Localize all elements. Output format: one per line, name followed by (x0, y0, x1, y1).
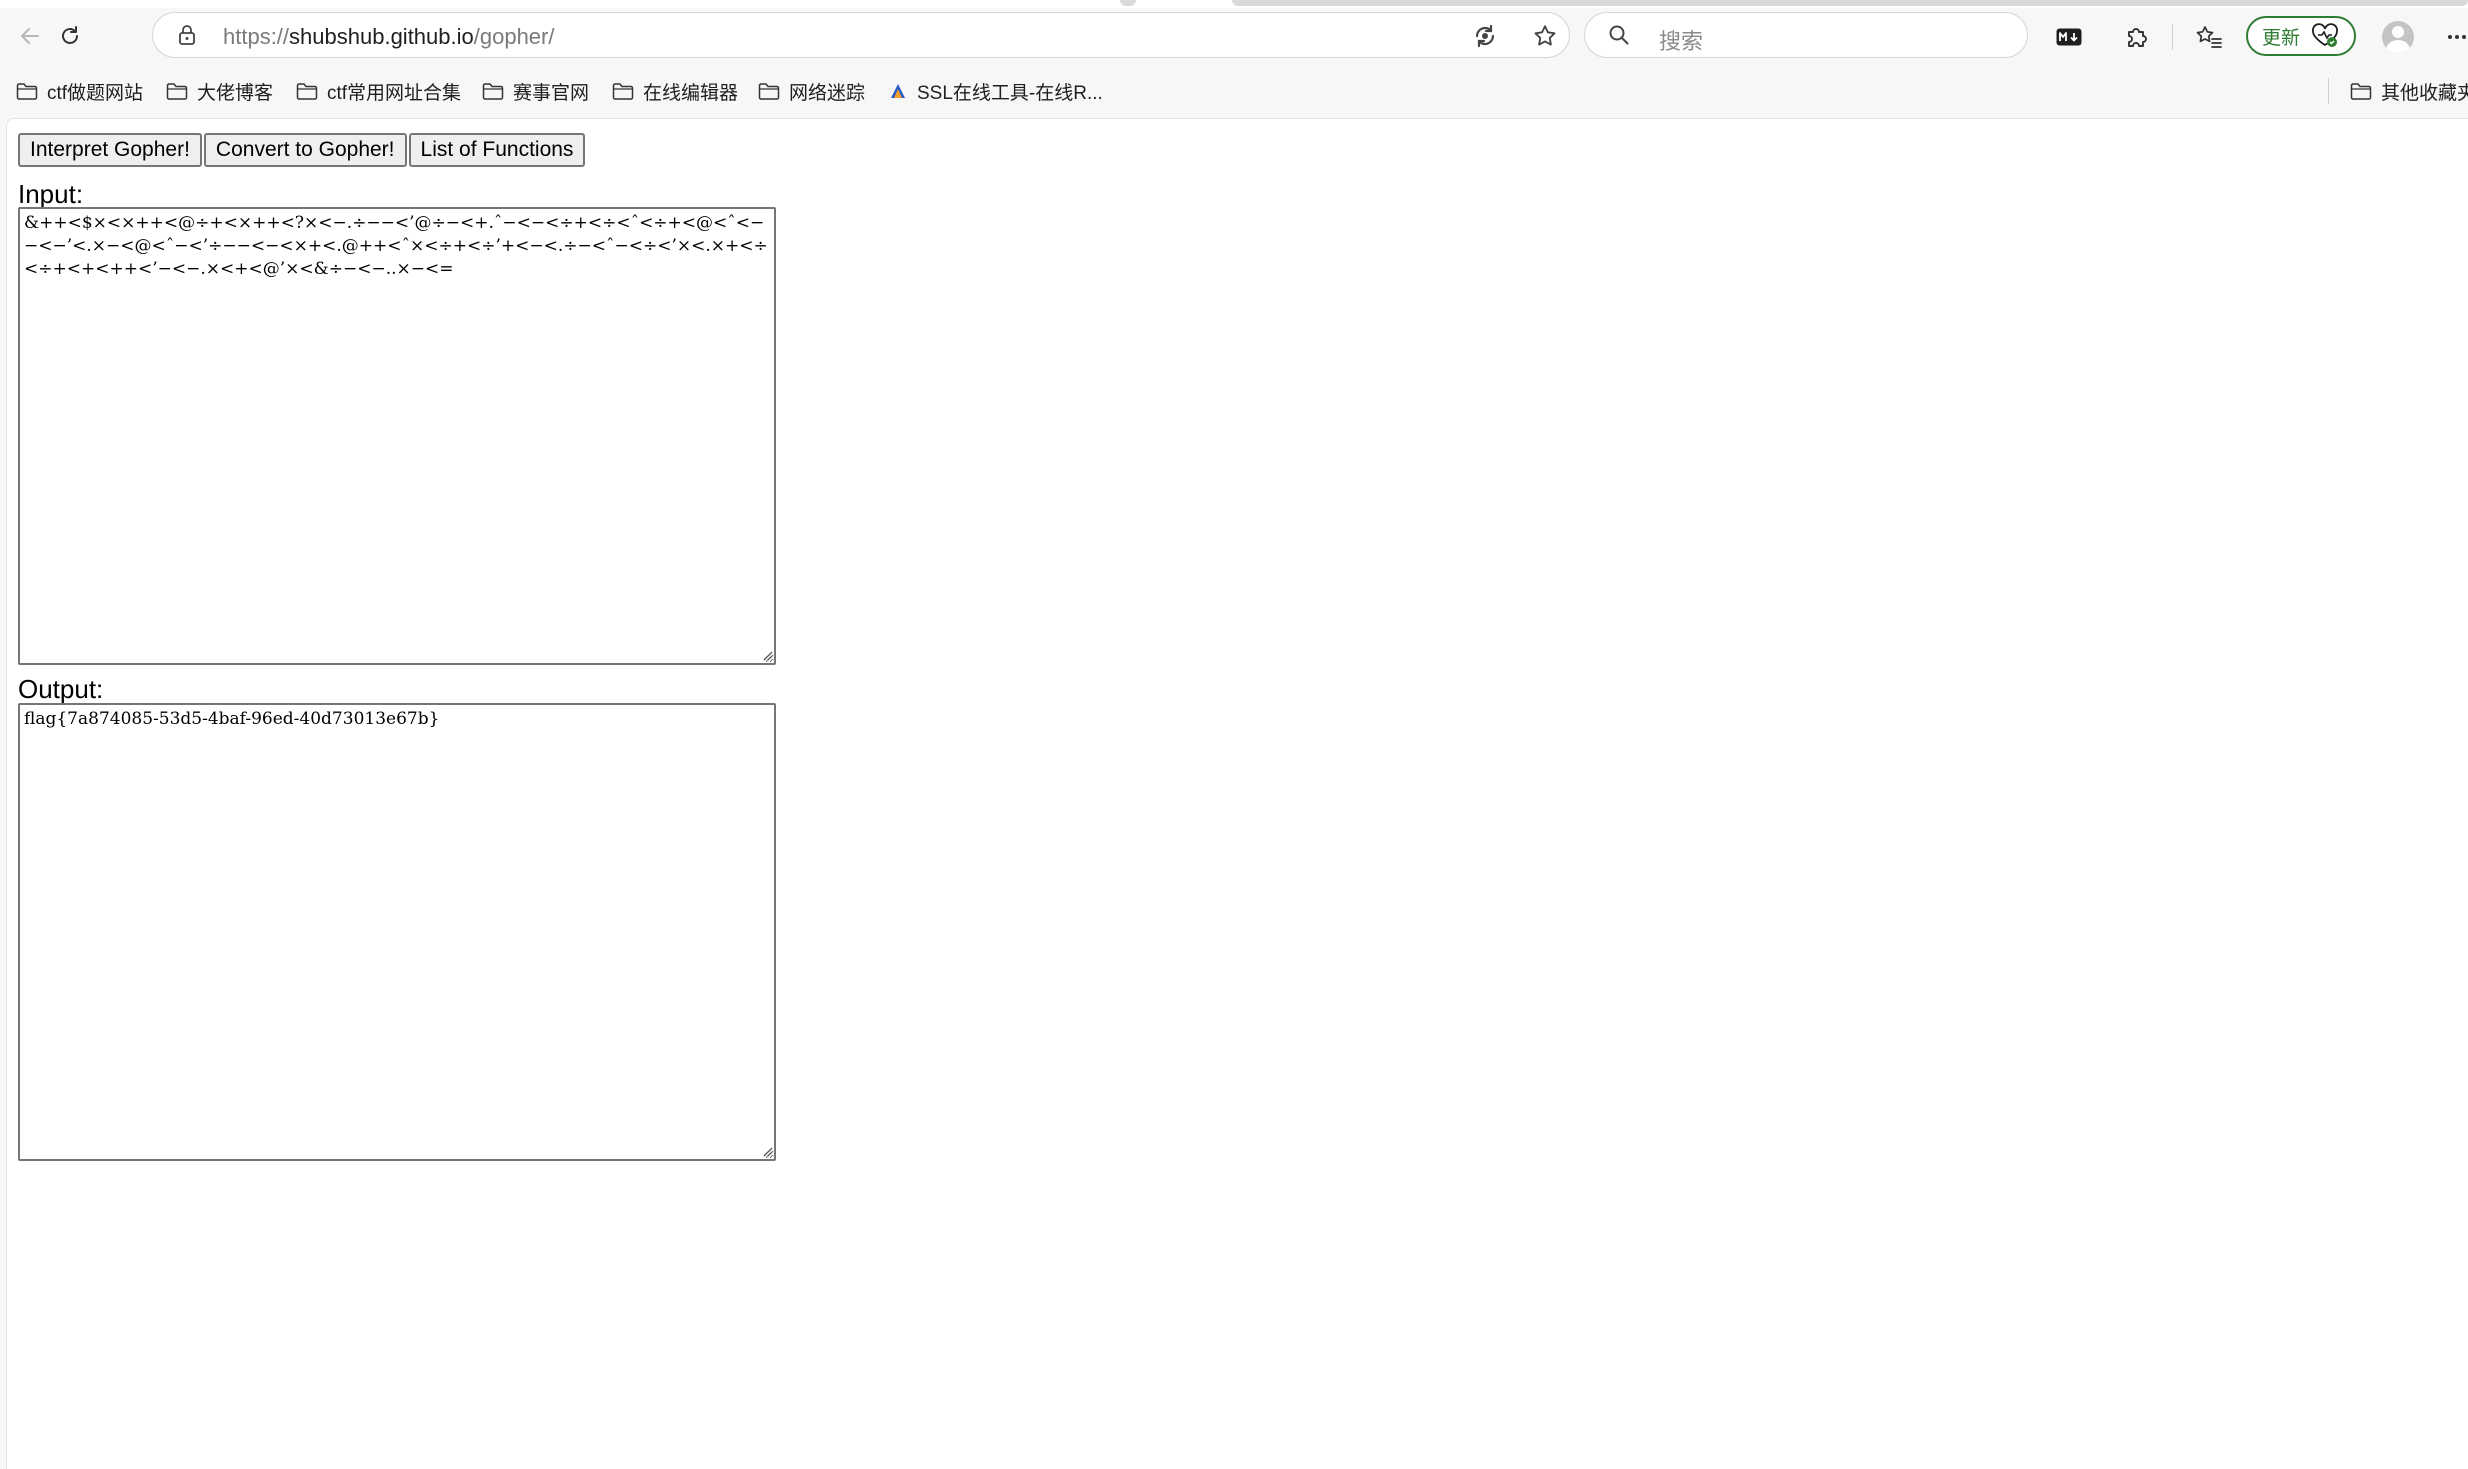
bookmark-link[interactable]: SSL在线工具-在线R... (888, 74, 1103, 108)
bookmark-folder[interactable]: 赛事官网 (482, 74, 589, 108)
action-buttons: Interpret Gopher! Convert to Gopher! Lis… (18, 133, 586, 167)
refresh-icon[interactable] (50, 16, 90, 56)
bookmark-folder[interactable]: 网络迷踪 (758, 74, 865, 108)
tab-edge (1232, 0, 2468, 6)
browser-window: https://shubshub.github.io/gopher/ 搜索 更新 (0, 0, 2468, 1469)
read-aloud-icon[interactable] (1471, 22, 1499, 50)
tab-strip (0, 0, 2468, 8)
resize-grip-icon[interactable] (759, 1143, 773, 1157)
url-path: /gopher/ (473, 24, 555, 49)
bookmark-folder[interactable]: 大佬博客 (166, 74, 273, 108)
search-placeholder: 搜索 (1659, 29, 1704, 54)
input-label: Input: (18, 179, 84, 209)
folder-icon (16, 83, 38, 100)
bookmark-folder[interactable]: 在线编辑器 (612, 74, 738, 108)
other-bookmarks-folder[interactable]: 其他收藏夹 (2350, 74, 2468, 108)
toolbar-separator (2172, 24, 2173, 50)
output-textarea[interactable]: flag{7a874085-53d5-4baf-96ed-40d73013e67… (18, 703, 776, 1161)
favorites-icon[interactable] (2192, 20, 2226, 54)
search-box[interactable]: 搜索 (1584, 12, 2028, 58)
address-bar[interactable]: https://shubshub.github.io/gopher/ (152, 12, 1570, 58)
input-textarea[interactable]: &++<$×<×++<@÷+<×++<?×<−.÷−−<’@÷−<+.ˆ−<−<… (18, 207, 776, 665)
folder-icon (612, 83, 634, 100)
resize-grip-icon[interactable] (759, 647, 773, 661)
markdown-icon[interactable] (2054, 22, 2084, 52)
folder-icon (482, 83, 504, 100)
back-arrow-icon[interactable] (10, 16, 50, 56)
url-host: shubshub.github.io (289, 24, 474, 49)
folder-icon (296, 83, 318, 100)
favorite-star-icon[interactable] (1531, 22, 1559, 50)
interpret-gopher-button[interactable]: Interpret Gopher! (18, 133, 202, 167)
list-of-functions-button[interactable]: List of Functions (408, 133, 586, 167)
bookmarks-separator (2328, 78, 2329, 104)
search-icon (1607, 23, 1631, 47)
folder-icon (166, 83, 188, 100)
bookmarks-bar: ctf做题网站 大佬博客 ctf常用网址合集 赛事官网 在线编辑器 网络迷踪 S… (0, 66, 2468, 116)
ssl-site-icon (891, 84, 905, 98)
page-viewport: Interpret Gopher! Convert to Gopher! Lis… (6, 118, 2468, 1469)
update-label: 更新 (2262, 27, 2301, 49)
folder-icon (2350, 83, 2372, 100)
bookmark-label: ctf做题网站 (47, 82, 144, 104)
update-status-icon (2310, 23, 2340, 49)
bookmark-label: 大佬博客 (197, 82, 274, 104)
url-text[interactable]: https://shubshub.github.io/gopher/ (223, 24, 554, 50)
bookmark-label: ctf常用网址合集 (327, 82, 462, 104)
bookmark-folder[interactable]: ctf常用网址合集 (296, 74, 461, 108)
extensions-icon[interactable] (2120, 20, 2154, 54)
folder-icon (758, 83, 780, 100)
profile-avatar[interactable] (2382, 21, 2414, 53)
convert-to-gopher-button[interactable]: Convert to Gopher! (203, 133, 407, 167)
bookmark-label: 网络迷踪 (789, 82, 866, 104)
bookmark-label: 赛事官网 (513, 82, 590, 104)
lock-icon[interactable] (175, 23, 199, 47)
browser-toolbar: https://shubshub.github.io/gopher/ 搜索 更新 (0, 8, 2468, 66)
update-button[interactable]: 更新 (2246, 16, 2356, 56)
bookmark-label: 在线编辑器 (643, 82, 739, 104)
more-menu-icon[interactable] (2446, 22, 2468, 52)
bookmark-label: 其他收藏夹 (2381, 82, 2468, 104)
bookmark-folder[interactable]: ctf做题网站 (16, 74, 143, 108)
tab-edge (1120, 0, 1136, 6)
bookmark-label: SSL在线工具-在线R... (917, 82, 1103, 104)
url-prefix: https:// (223, 24, 290, 49)
output-label: Output: (18, 674, 104, 704)
